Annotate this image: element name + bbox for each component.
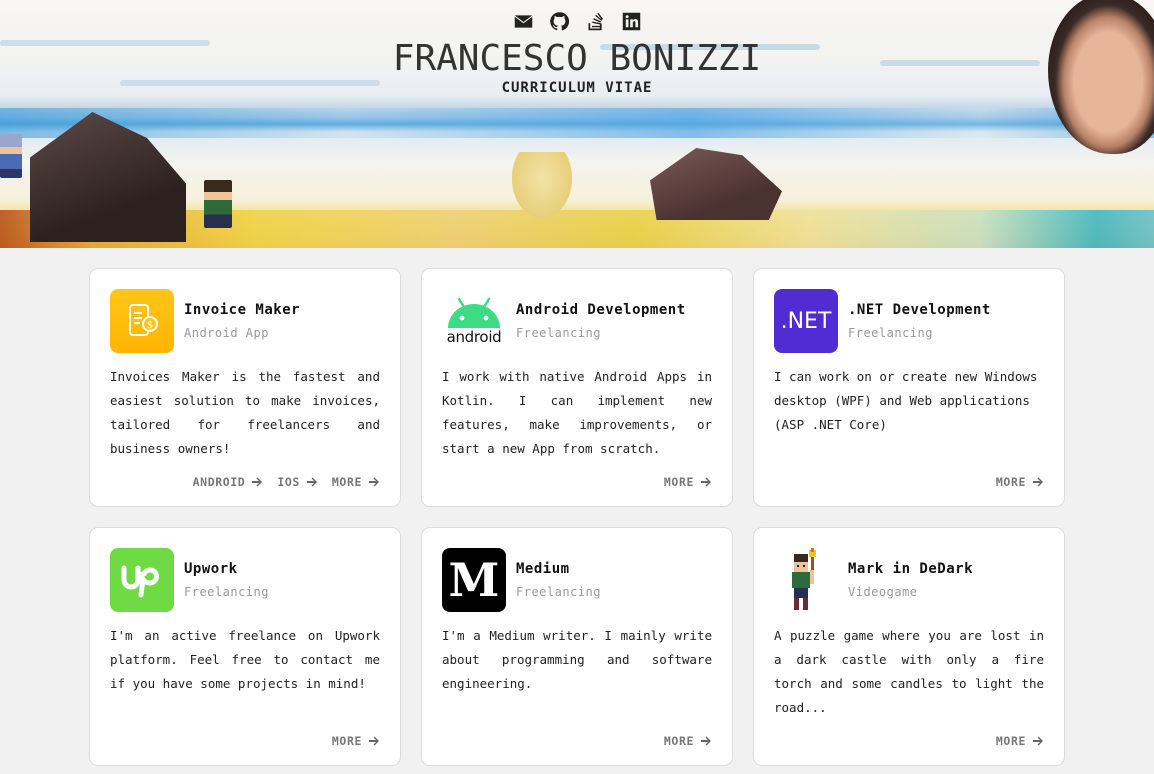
medium-logo: M [442,548,506,612]
github-icon[interactable] [548,10,570,32]
page-title: FRANCESCO BONIZZI [392,38,762,79]
card-description: A puzzle game where you are lost in a da… [774,628,1044,715]
card-invoice-maker: $ Invoice Maker Android App Invoices Mak… [89,268,401,507]
card-description: I work with native Android Apps in Kotli… [442,369,712,456]
card-medium: M Medium Freelancing I'm a Medium writer… [421,527,733,766]
more-link[interactable]: MORE [996,734,1044,748]
more-link[interactable]: MORE [664,475,712,489]
card-subtitle: Freelancing [516,585,601,599]
dotnet-logo: .NET [774,289,838,353]
card-description: I can work on or create new Windows desk… [774,369,1038,432]
svg-text:$: $ [147,320,153,331]
card-title: Invoice Maker [184,302,301,318]
arrow-right-icon [306,477,317,487]
linkedin-icon[interactable] [620,10,642,32]
card-title: .NET Development [848,302,991,318]
link-label: MORE [663,734,694,748]
header-banner: FRANCESCO BONIZZI CURRICULUM VITAE [0,0,1154,248]
android-wordmark: android [446,328,502,346]
card-subtitle: Android App [184,326,269,340]
more-link[interactable]: MORE [332,475,380,489]
card-subtitle: Freelancing [848,326,933,340]
card-dotnet-development: .NET .NET Development Freelancing I can … [753,268,1065,507]
card-upwork: Upwork Freelancing I'm an active freelan… [89,527,401,766]
mark-in-dedark-logo [774,548,838,612]
link-label: MORE [331,734,362,748]
card-mark-in-dedark: Mark in DeDark Videogame A puzzle game w… [753,527,1065,766]
card-description: Invoices Maker is the fastest and easies… [110,369,380,456]
link-label: MORE [995,475,1026,489]
card-title: Upwork [184,561,238,577]
card-subtitle: Freelancing [516,326,601,340]
card-title: Medium [516,561,570,577]
link-label: MORE [663,475,694,489]
ios-link[interactable]: IOS [277,475,318,489]
link-label: MORE [995,734,1026,748]
android-logo: android [442,289,506,353]
card-subtitle: Videogame [848,585,918,599]
link-label: MORE [331,475,362,489]
card-description: I'm an active freelance on Upwork platfo… [110,628,380,691]
invoice-maker-logo: $ [110,289,174,353]
arrow-right-icon [369,477,379,487]
link-label: ANDROID [192,475,246,489]
card-subtitle: Freelancing [184,585,269,599]
more-link[interactable]: MORE [996,475,1044,489]
side-sprite [0,134,22,178]
sky-band [0,108,1154,138]
ghost-figure [512,152,572,218]
arrow-right-icon [1033,477,1043,487]
social-links [0,10,1154,32]
envelope-icon[interactable] [512,10,534,32]
arrow-right-icon [701,736,711,746]
arrow-right-icon [701,477,711,487]
android-link[interactable]: ANDROID [193,475,264,489]
arrow-right-icon [252,477,263,487]
page-subtitle: CURRICULUM VITAE [501,80,653,96]
hero-sprite [204,180,232,228]
link-label: IOS [277,475,300,489]
more-link[interactable]: MORE [664,734,712,748]
card-title: Android Development [516,302,686,318]
upwork-logo [110,548,174,612]
hut-right [650,148,782,220]
card-title: Mark in DeDark [848,561,974,577]
stackoverflow-icon[interactable] [584,10,606,32]
arrow-right-icon [1033,736,1043,746]
more-link[interactable]: MORE [332,734,380,748]
arrow-right-icon [369,736,379,746]
card-android-development: android Android Development Freelancing … [421,268,733,507]
card-description: I'm a Medium writer. I mainly write abou… [442,628,712,691]
